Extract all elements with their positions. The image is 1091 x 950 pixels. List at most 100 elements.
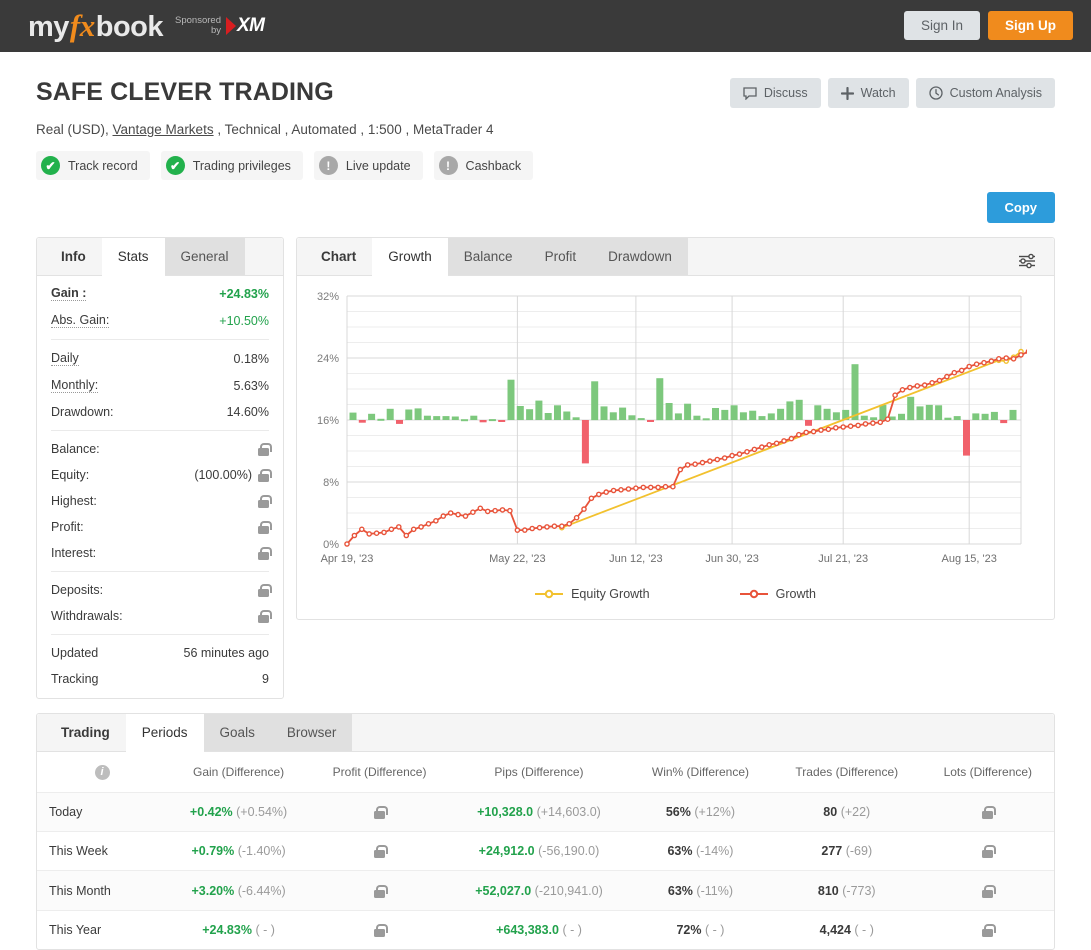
chart-xtick-label: Jul 21, '23 (818, 553, 868, 565)
stat-label-monthly[interactable]: Monthly: (51, 378, 99, 393)
legend-item-equity-growth[interactable]: Equity Growth (535, 587, 650, 601)
stat-label-profit: Profit: (51, 520, 84, 534)
chart-ytick-label: 24% (317, 353, 339, 365)
info-icon[interactable]: i (94, 765, 110, 780)
gain-difference: ( - ) (255, 922, 275, 937)
growth-chart-svg[interactable]: 0% 8% 16% 24% 32% Apr 19, '23 May 22, '23 Jun 1… (307, 288, 1032, 578)
discuss-button[interactable]: Discuss (729, 78, 821, 108)
chart-bar (712, 408, 719, 420)
chart-series-growth-point (573, 514, 580, 521)
tab-stats[interactable]: Stats (101, 238, 165, 276)
xm-sponsor-logo[interactable]: XM (225, 15, 265, 37)
stat-row-daily: Daily 0.18% (51, 345, 269, 372)
copy-button[interactable]: Copy (986, 192, 1055, 223)
tab-chart[interactable]: Chart (305, 238, 372, 275)
chart-bar (479, 420, 487, 423)
stat-value-withdrawals (258, 609, 272, 623)
win-value: 72% (676, 922, 702, 937)
chart-series-growth-point (996, 356, 1002, 362)
cell-trades: 4,424 ( - ) (771, 909, 922, 949)
chart-series-growth-point (359, 526, 365, 533)
chart-bar (693, 415, 701, 420)
chart-bar (451, 416, 459, 420)
win-value: 63% (667, 844, 693, 859)
chart-series-growth-point (373, 530, 380, 536)
stat-label-gain[interactable]: Gain : (51, 286, 87, 301)
sponsored-line-2: by (210, 25, 221, 36)
trades-difference: (+22) (840, 805, 871, 820)
stat-row-tracking: Tracking 9 (51, 666, 269, 692)
chart-bar (581, 420, 589, 464)
sponsored-by-label: Sponsored by (175, 16, 221, 36)
stat-label-abs-gain[interactable]: Abs. Gain: (51, 313, 110, 328)
chart-bar (898, 413, 905, 420)
lock-icon (258, 609, 272, 623)
divider (51, 571, 269, 572)
tab-balance[interactable]: Balance (447, 238, 529, 275)
win-difference: (+12%) (694, 805, 736, 820)
chart-series-growth-point (403, 532, 410, 539)
badge-live-update[interactable]: ! Live update (313, 151, 423, 180)
stat-label-daily[interactable]: Daily (51, 351, 79, 366)
chart-bar (358, 420, 366, 423)
col-win[interactable]: Win% (Difference) (629, 752, 772, 793)
chart-series-growth-point (677, 466, 684, 473)
col-lots[interactable]: Lots (Difference) (922, 752, 1054, 793)
col-profit[interactable]: Profit (Difference) (310, 752, 449, 793)
tab-goals[interactable]: Goals (203, 714, 271, 751)
badge-trading-privileges[interactable]: ✔ Trading privileges (160, 151, 303, 180)
chart-series-growth-point (603, 489, 610, 495)
broker-link[interactable]: Vantage Markets (113, 122, 214, 137)
stat-row-profit: Profit: (51, 514, 272, 540)
tab-profit[interactable]: Profit (528, 238, 593, 275)
copy-button-row: Copy (36, 192, 1055, 223)
lock-icon (374, 884, 388, 898)
chart-series-growth-point (736, 451, 743, 457)
period-label: This Year (49, 922, 102, 937)
col-pips[interactable]: Pips (Difference) (449, 752, 629, 793)
chart-bar (758, 416, 766, 420)
sign-in-button[interactable]: Sign In (903, 11, 980, 40)
cell-win: 72% ( - ) (629, 909, 772, 949)
chart-series-growth-point (410, 526, 417, 533)
lock-icon (258, 520, 272, 534)
chart-series-growth-point (884, 416, 891, 422)
chart-series-growth-point (766, 441, 773, 448)
legend-item-growth[interactable]: Growth (739, 587, 816, 601)
chart-series-growth-point (803, 429, 810, 436)
chart-series-growth-point (492, 507, 498, 514)
tab-info[interactable]: Info (45, 238, 102, 275)
chart-series-growth-point (1018, 352, 1024, 358)
col-info: i (37, 752, 167, 793)
lock-icon (982, 845, 996, 859)
badge-track-record[interactable]: ✔ Track record (36, 151, 150, 180)
custom-analysis-button[interactable]: Custom Analysis (915, 78, 1055, 108)
tab-trading[interactable]: Trading (45, 714, 126, 751)
tab-browser[interactable]: Browser (270, 714, 353, 751)
xm-triangle-icon (225, 17, 236, 35)
badge-cashback[interactable]: ! Cashback (433, 151, 534, 180)
cell-gain: +24.83% ( - ) (167, 909, 311, 949)
chart-bar (739, 412, 747, 421)
tab-growth[interactable]: Growth (372, 238, 448, 276)
chart-ytick-label: 32% (317, 291, 339, 303)
tab-general[interactable]: General (164, 238, 245, 275)
sign-up-button[interactable]: Sign Up (988, 11, 1073, 40)
trades-difference: (-69) (845, 844, 873, 859)
tab-periods[interactable]: Periods (125, 714, 204, 752)
chart-series-growth-point (958, 367, 965, 374)
col-trades[interactable]: Trades (Difference) (772, 752, 922, 793)
exclamation-circle-icon: ! (318, 156, 338, 175)
col-gain[interactable]: Gain (Difference) (167, 752, 310, 793)
chart-series-growth-point (581, 506, 587, 512)
chart-ytick-label: 8% (323, 477, 339, 489)
myfxbook-logo[interactable]: my fx book (28, 8, 164, 44)
sliders-icon[interactable] (1012, 246, 1042, 279)
chart-bar (414, 408, 422, 420)
trades-value: 4,424 (819, 922, 851, 937)
cell-period: Today (37, 791, 167, 832)
watch-button[interactable]: Watch (827, 78, 909, 108)
pips-value: +52,027.0 (475, 883, 532, 898)
chart-bar (990, 411, 998, 420)
tab-drawdown[interactable]: Drawdown (592, 238, 688, 275)
